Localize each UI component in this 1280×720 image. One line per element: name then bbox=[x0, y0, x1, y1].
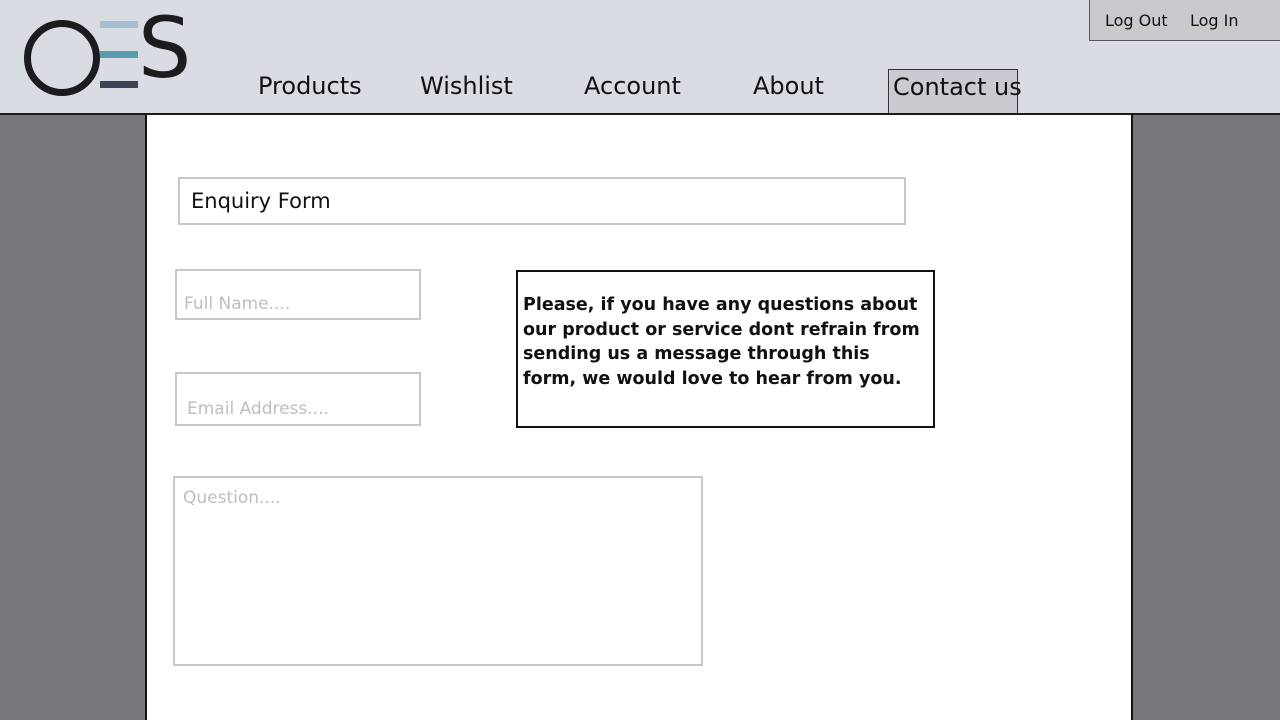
nav-contact-us[interactable]: Contact us bbox=[888, 69, 1022, 113]
main-content: Enquiry Form Please, if you have any que… bbox=[145, 115, 1133, 720]
logo-bar-middle bbox=[100, 51, 138, 58]
auth-panel: Log Out Log In bbox=[1089, 0, 1280, 41]
form-title: Enquiry Form bbox=[178, 177, 906, 225]
oes-logo[interactable]: S bbox=[22, 6, 191, 96]
nav-wishlist[interactable]: Wishlist bbox=[420, 72, 513, 100]
site-header: S Log Out Log In Products Wishlist Accou… bbox=[0, 0, 1280, 115]
email-input[interactable] bbox=[175, 372, 421, 426]
info-message: Please, if you have any questions about … bbox=[516, 270, 935, 428]
login-link[interactable]: Log In bbox=[1190, 11, 1239, 30]
logo-bar-bottom bbox=[100, 81, 138, 88]
logo-bar-top bbox=[100, 21, 138, 28]
full-name-input[interactable] bbox=[175, 269, 421, 320]
nav-products[interactable]: Products bbox=[258, 72, 362, 100]
question-textarea[interactable] bbox=[173, 476, 703, 666]
nav-about[interactable]: About bbox=[753, 72, 824, 100]
logout-link[interactable]: Log Out bbox=[1105, 11, 1168, 30]
logo-letter-o bbox=[24, 20, 100, 96]
logo-letter-s: S bbox=[138, 0, 192, 97]
nav-account[interactable]: Account bbox=[584, 72, 681, 100]
